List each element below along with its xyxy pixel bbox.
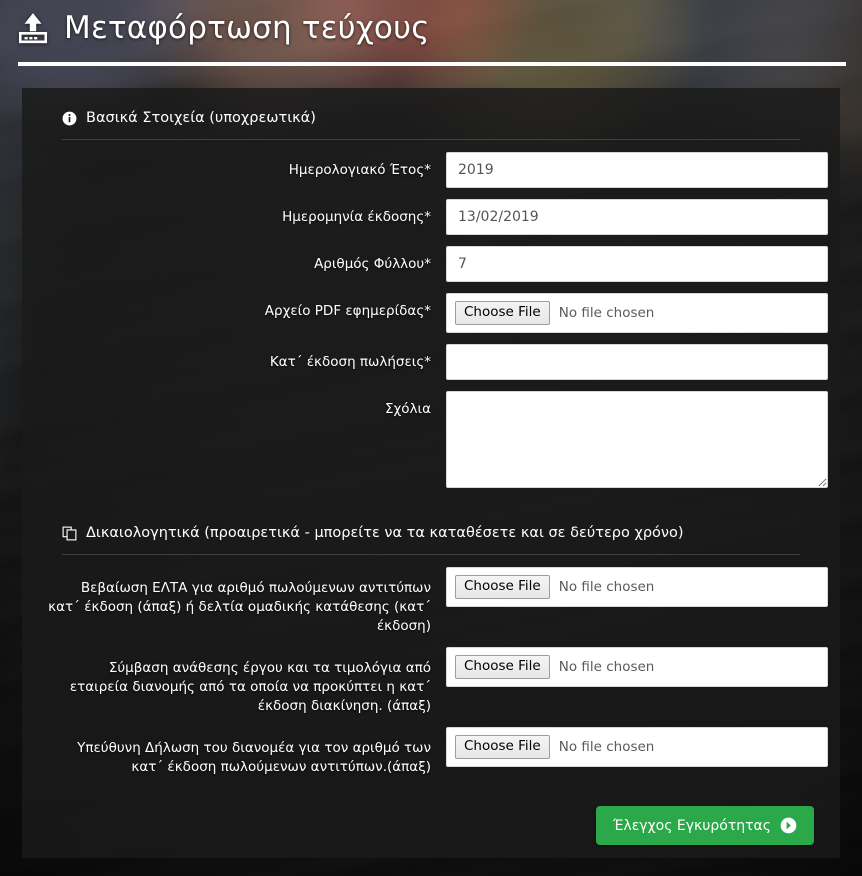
label-issue-date: Ημερομηνία έκδοσης* [282, 209, 431, 225]
field-row-year: Ημερολογιακό Έτος* [48, 152, 828, 188]
field-row-pdf-file: Αρχείο PDF εφημερίδας* Choose File No fi… [48, 293, 828, 333]
distributor-declaration-input[interactable]: Choose File No file chosen [446, 727, 828, 767]
section-header-basic: Βασικά Στοιχεία (υποχρεωτικά) [48, 110, 814, 126]
sales-per-issue-input[interactable] [446, 344, 828, 380]
declaration-file-status: No file chosen [558, 739, 655, 755]
label-year: Ημερολογιακό Έτος* [288, 162, 431, 178]
basic-fields: Ημερολογιακό Έτος* Ημερομηνία έκδοσης* Α… [48, 140, 828, 488]
label-elta-certificate: Βεβαίωση ΕΛΤΑ για αριθμό πωλούμενων αντι… [48, 580, 431, 634]
field-row-elta-certificate: Βεβαίωση ΕΛΤΑ για αριθμό πωλούμενων αντι… [48, 567, 828, 636]
label-distribution-contract: Σύμβαση ανάθεσης έργου και τα τιμολόγια … [69, 660, 431, 714]
upload-form-panel: Βασικά Στοιχεία (υποχρεωτικά) Ημερολογια… [22, 88, 840, 858]
form-footer: Έλεγχος Εγκυρότητας [48, 788, 814, 845]
contract-file-status: No file chosen [558, 659, 655, 675]
section-title-supporting-docs: Δικαιολογητικά (προαιρετικά - μπορείτε ν… [86, 525, 684, 541]
label-sales-per-issue: Κατ΄ έκδοση πωλήσεις* [269, 354, 431, 370]
elta-file-status: No file chosen [558, 579, 655, 595]
page-header: Μεταφόρτωση τεύχους [0, 0, 862, 66]
circle-arrow-right-icon [780, 817, 797, 834]
copy-files-icon [62, 526, 77, 540]
label-comments: Σχόλια [384, 401, 431, 417]
declaration-choose-file-button[interactable]: Choose File [455, 735, 550, 759]
field-row-comments: Σχόλια [48, 391, 828, 488]
elta-choose-file-button[interactable]: Choose File [455, 575, 550, 599]
validity-check-label: Έλεγχος Εγκυρότητας [612, 817, 771, 834]
contract-choose-file-button[interactable]: Choose File [455, 655, 550, 679]
label-sheet-number: Αριθμός Φύλλου* [314, 256, 431, 272]
pdf-file-status: No file chosen [558, 305, 655, 321]
elta-certificate-input[interactable]: Choose File No file chosen [446, 567, 828, 607]
validity-check-button[interactable]: Έλεγχος Εγκυρότητας [595, 806, 814, 845]
field-row-sheet-number: Αριθμός Φύλλου* [48, 246, 828, 282]
field-row-issue-date: Ημερομηνία έκδοσης* [48, 199, 828, 235]
comments-textarea[interactable] [446, 391, 828, 488]
year-input[interactable] [446, 152, 828, 188]
field-row-distributor-declaration: Υπεύθυνη Δήλωση του διανομέα για τον αρι… [48, 727, 828, 777]
header-divider [18, 62, 846, 66]
label-pdf-file: Αρχείο PDF εφημερίδας* [264, 303, 431, 319]
upload-icon [18, 13, 48, 44]
sheet-number-input[interactable] [446, 246, 828, 282]
section-title-basic: Βασικά Στοιχεία (υποχρεωτικά) [86, 110, 316, 126]
issue-date-input[interactable] [446, 199, 828, 235]
label-distributor-declaration: Υπεύθυνη Δήλωση του διανομέα για τον αρι… [77, 740, 431, 775]
page-title: Μεταφόρτωση τεύχους [64, 10, 430, 46]
distribution-contract-input[interactable]: Choose File No file chosen [446, 647, 828, 687]
section-header-supporting-docs: Δικαιολογητικά (προαιρετικά - μπορείτε ν… [48, 525, 814, 541]
pdf-choose-file-button[interactable]: Choose File [455, 301, 550, 325]
pdf-file-input[interactable]: Choose File No file chosen [446, 293, 828, 333]
field-row-distribution-contract: Σύμβαση ανάθεσης έργου και τα τιμολόγια … [48, 647, 828, 716]
field-row-sales-per-issue: Κατ΄ έκδοση πωλήσεις* [48, 344, 828, 380]
info-circle-icon [62, 111, 77, 125]
supporting-doc-fields: Βεβαίωση ΕΛΤΑ για αριθμό πωλούμενων αντι… [48, 555, 828, 777]
